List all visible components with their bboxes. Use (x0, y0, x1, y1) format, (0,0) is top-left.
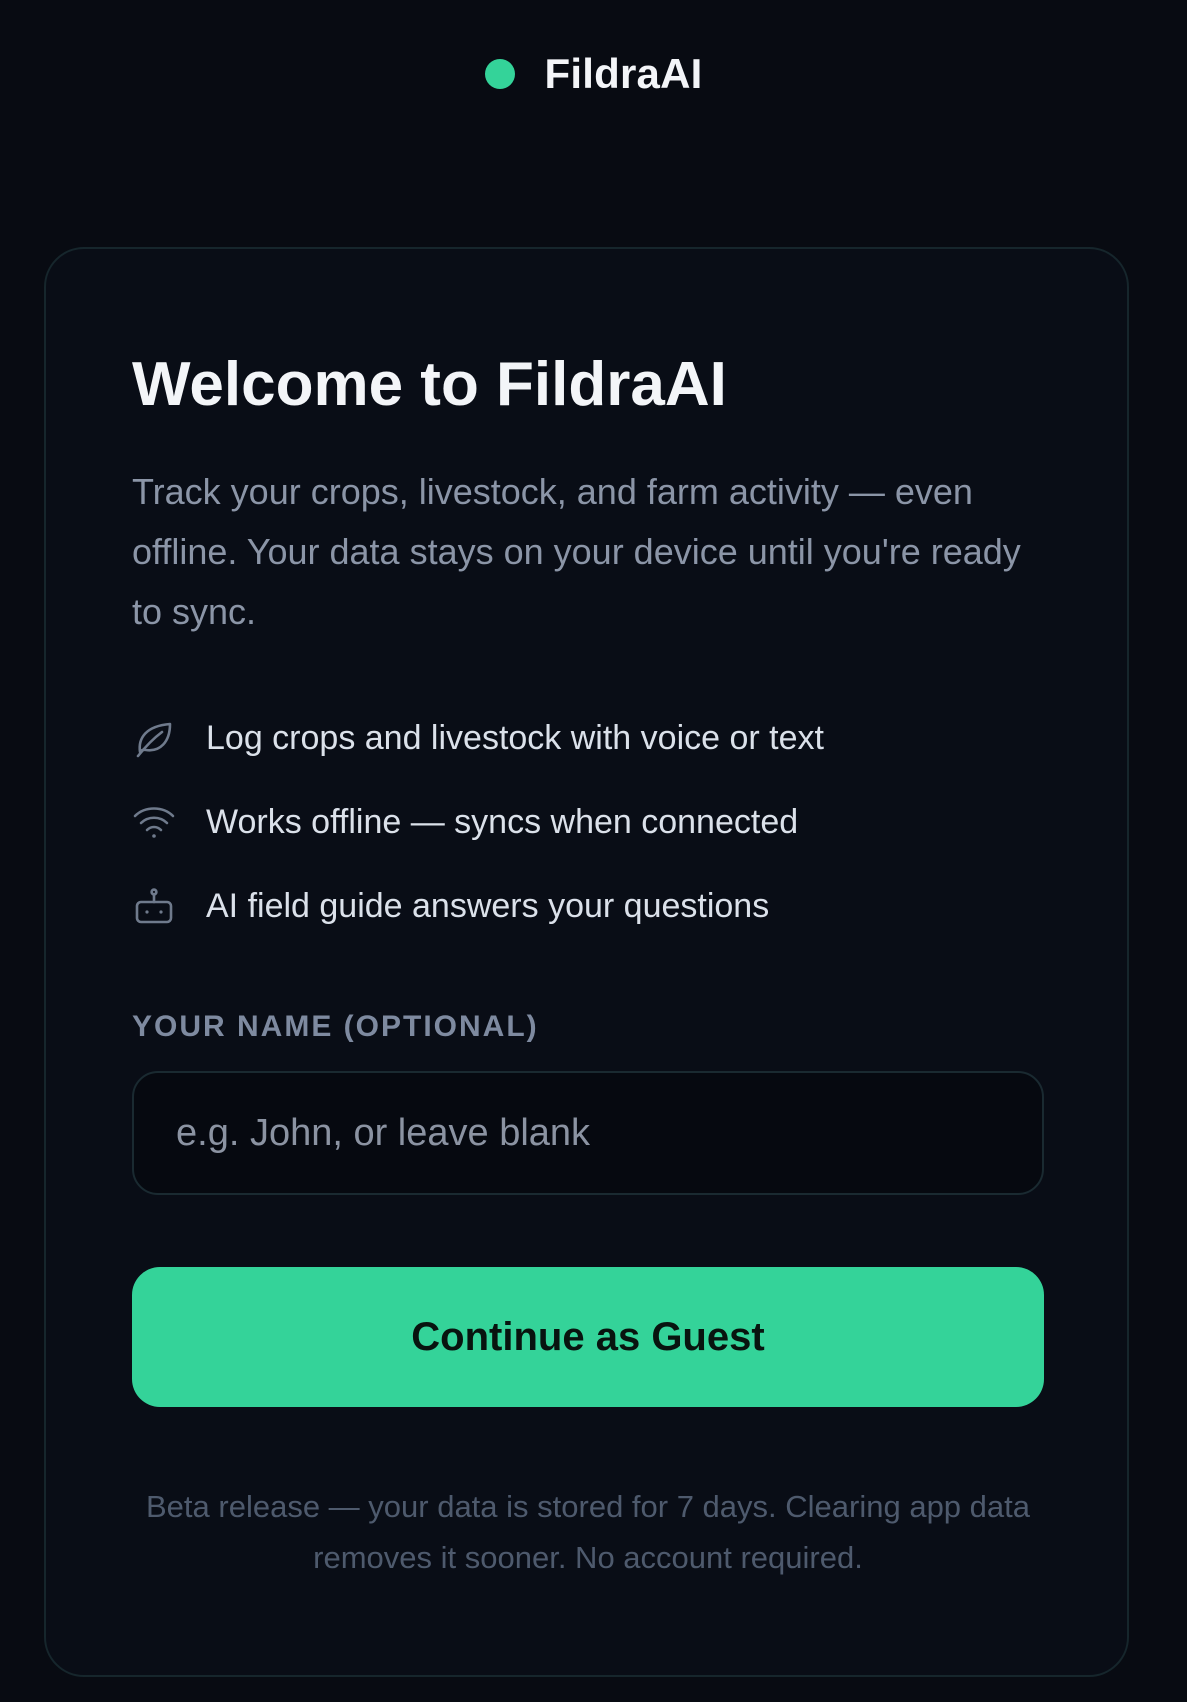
feature-list: Log crops and livestock with voice or te… (132, 696, 1044, 948)
feature-text: Log crops and livestock with voice or te… (206, 718, 824, 757)
welcome-card: Welcome to FildraAI Track your crops, li… (44, 247, 1129, 1677)
welcome-screen: FildraAI Welcome to FildraAI Track your … (0, 0, 1187, 1702)
continue-as-guest-button[interactable]: Continue as Guest (132, 1267, 1044, 1407)
status-dot-icon (484, 59, 515, 89)
feature-text: AI field guide answers your questions (206, 886, 770, 925)
name-field-label: YOUR NAME (OPTIONAL) (132, 1010, 539, 1043)
feature-text: Works offline — syncs when connected (206, 802, 799, 841)
feature-item-ai-guide: AI field guide answers your questions (132, 864, 1044, 948)
leaf-icon (132, 716, 176, 760)
brand-header: FildraAI (0, 48, 1187, 100)
wifi-icon (132, 800, 176, 844)
welcome-subtitle: Track your crops, livestock, and farm ac… (132, 471, 1021, 632)
name-input[interactable] (132, 1071, 1044, 1195)
feature-item-voice-logging: Log crops and livestock with voice or te… (132, 696, 1044, 780)
beta-disclaimer: Beta release — your data is stored for 7… (146, 1489, 1030, 1575)
brand-name: FildraAI (544, 50, 703, 97)
robot-icon (132, 884, 176, 928)
feature-item-offline: Works offline — syncs when connected (132, 780, 1044, 864)
page-title: Welcome to FildraAI (132, 350, 727, 419)
